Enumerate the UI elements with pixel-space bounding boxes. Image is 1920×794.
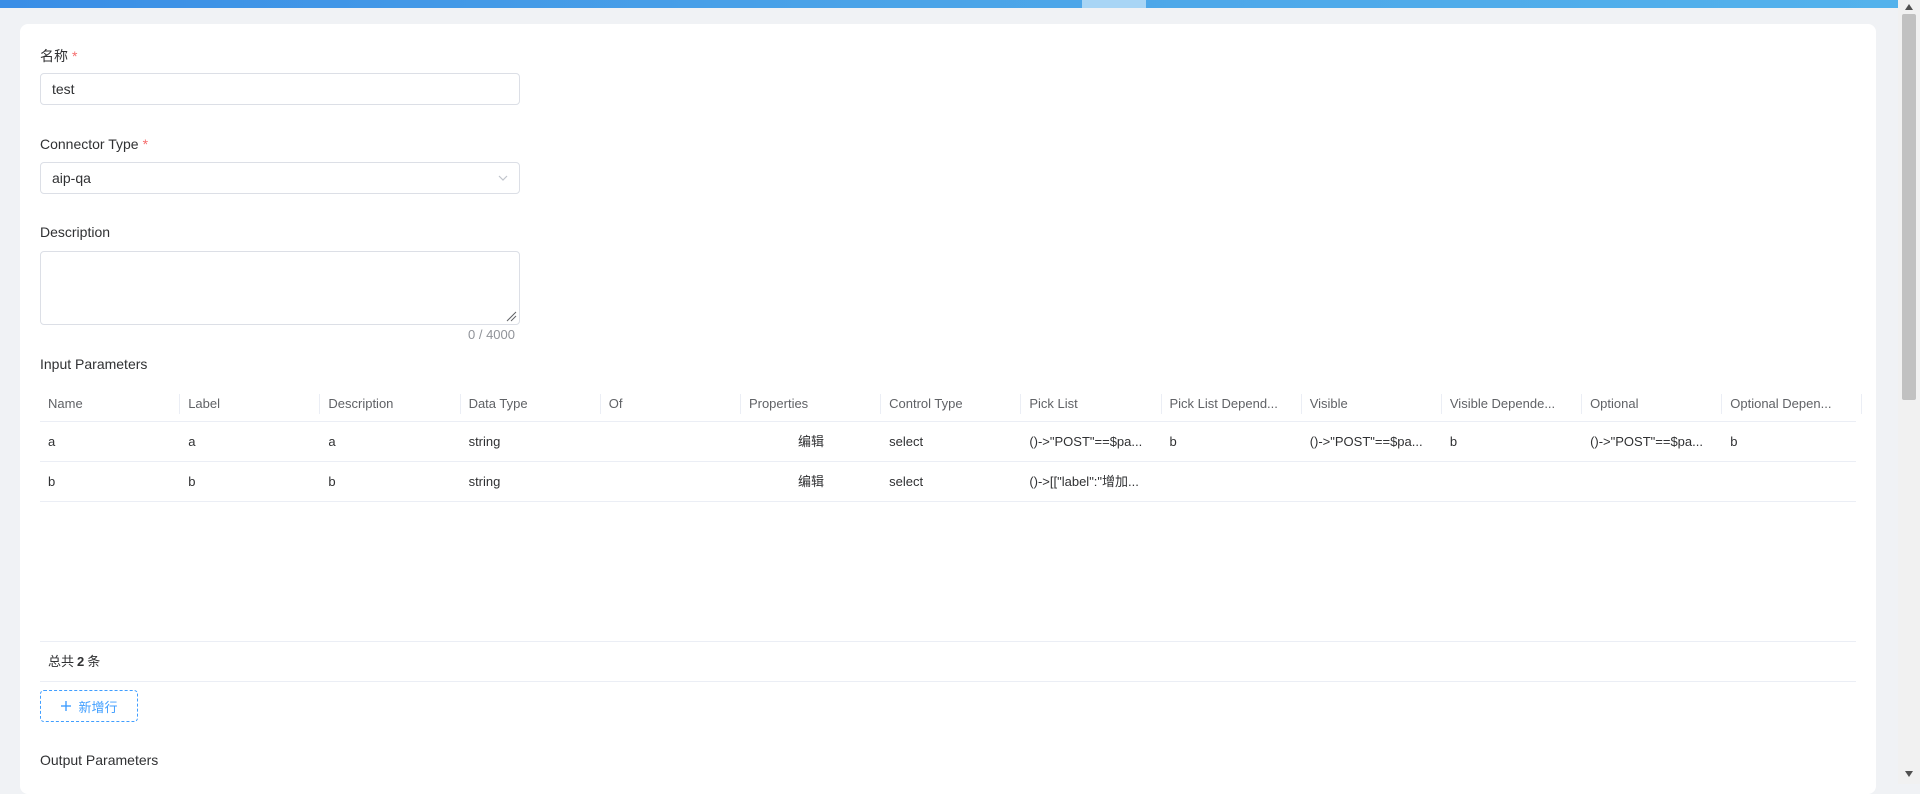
table-cell[interactable] [1442,462,1582,501]
description-textarea[interactable] [40,251,520,325]
table-cell[interactable] [1582,462,1722,501]
table-cell[interactable]: string [461,422,601,461]
name-input[interactable]: test [40,73,520,105]
table-row[interactable]: a a a string 编辑 select ()->"POST"==$pa..… [40,422,1856,462]
table-cell[interactable]: b [1162,422,1302,461]
column-header: Label [180,386,321,421]
table-cell[interactable]: select [881,422,1021,461]
connector-type-select[interactable]: aip-qa [40,162,520,194]
scroll-up-arrow-icon[interactable] [1904,3,1914,11]
connector-type-label: Connector Type * [40,136,149,152]
table-header: Name Label Description Data Type Of Prop… [40,386,1863,422]
output-parameters-title: Output Parameters [40,752,159,768]
table-cell[interactable]: b [40,462,180,501]
column-header: Data Type [461,386,601,421]
input-parameters-table: Name Label Description Data Type Of Prop… [40,386,1863,682]
column-header: Properties [741,386,882,421]
top-bar-active-tab [1082,0,1146,8]
column-header: Of [601,386,741,421]
scrollbar-thumb[interactable] [1902,14,1916,400]
scroll-down-arrow-icon[interactable] [1904,770,1914,778]
column-header: Description [320,386,461,421]
column-header: Visible [1302,386,1442,421]
table-cell[interactable]: a [180,422,320,461]
table-cell[interactable]: b [1442,422,1582,461]
chevron-down-icon [498,175,508,181]
vertical-scrollbar[interactable] [1898,0,1920,784]
edit-properties-link[interactable]: 编辑 [741,422,881,461]
top-progress-bar [0,0,1898,8]
table-cell[interactable]: string [461,462,601,501]
table-cell[interactable]: b [1722,422,1862,461]
name-input-value: test [52,81,75,97]
total-count: 2 [77,654,85,669]
total-prefix: 总共 [48,654,75,669]
table-cell[interactable]: ()->"POST"==$pa... [1582,422,1722,461]
table-cell[interactable]: b [180,462,320,501]
table-cell[interactable]: a [40,422,180,461]
plus-icon [61,701,72,711]
table-cell[interactable] [601,462,741,501]
add-row-label: 新增行 [78,699,118,715]
table-row[interactable]: b b b string 编辑 select ()->[["label":"增加… [40,462,1856,502]
column-header: Visible Depende... [1442,386,1583,421]
description-label: Description [40,224,111,240]
table-cell[interactable] [1162,462,1302,501]
table-cell[interactable] [601,422,741,461]
table-cell[interactable]: select [881,462,1021,501]
table-cell[interactable]: ()->"POST"==$pa... [1302,422,1442,461]
resize-grip-icon[interactable] [505,310,517,322]
connector-type-required-mark: * [142,136,149,152]
table-cell[interactable] [1722,462,1862,501]
column-header: Pick List Depend... [1162,386,1302,421]
column-header: Name [40,386,181,421]
description-counter: 0 / 4000 [468,327,515,342]
table-cell[interactable]: ()->[["label":"增加... [1021,462,1161,501]
edit-properties-link[interactable]: 编辑 [741,462,881,501]
table-cell[interactable]: a [320,422,460,461]
add-row-button[interactable]: 新增行 [40,690,138,722]
connector-type-value: aip-qa [52,170,91,186]
column-header: Optional [1582,386,1723,421]
column-header: Pick List [1021,386,1162,421]
table-total: 总共 2 条 [40,642,1856,682]
name-required-mark: * [72,48,78,64]
column-header: Optional Depen... [1722,386,1863,421]
table-empty-area [40,502,1856,642]
total-suffix: 条 [87,654,101,669]
name-label: 名称 * [40,48,78,64]
table-cell[interactable]: ()->"POST"==$pa... [1021,422,1161,461]
table-cell[interactable]: b [320,462,460,501]
table-cell[interactable] [1302,462,1442,501]
input-parameters-title: Input Parameters [40,356,148,372]
column-header: Control Type [881,386,1022,421]
